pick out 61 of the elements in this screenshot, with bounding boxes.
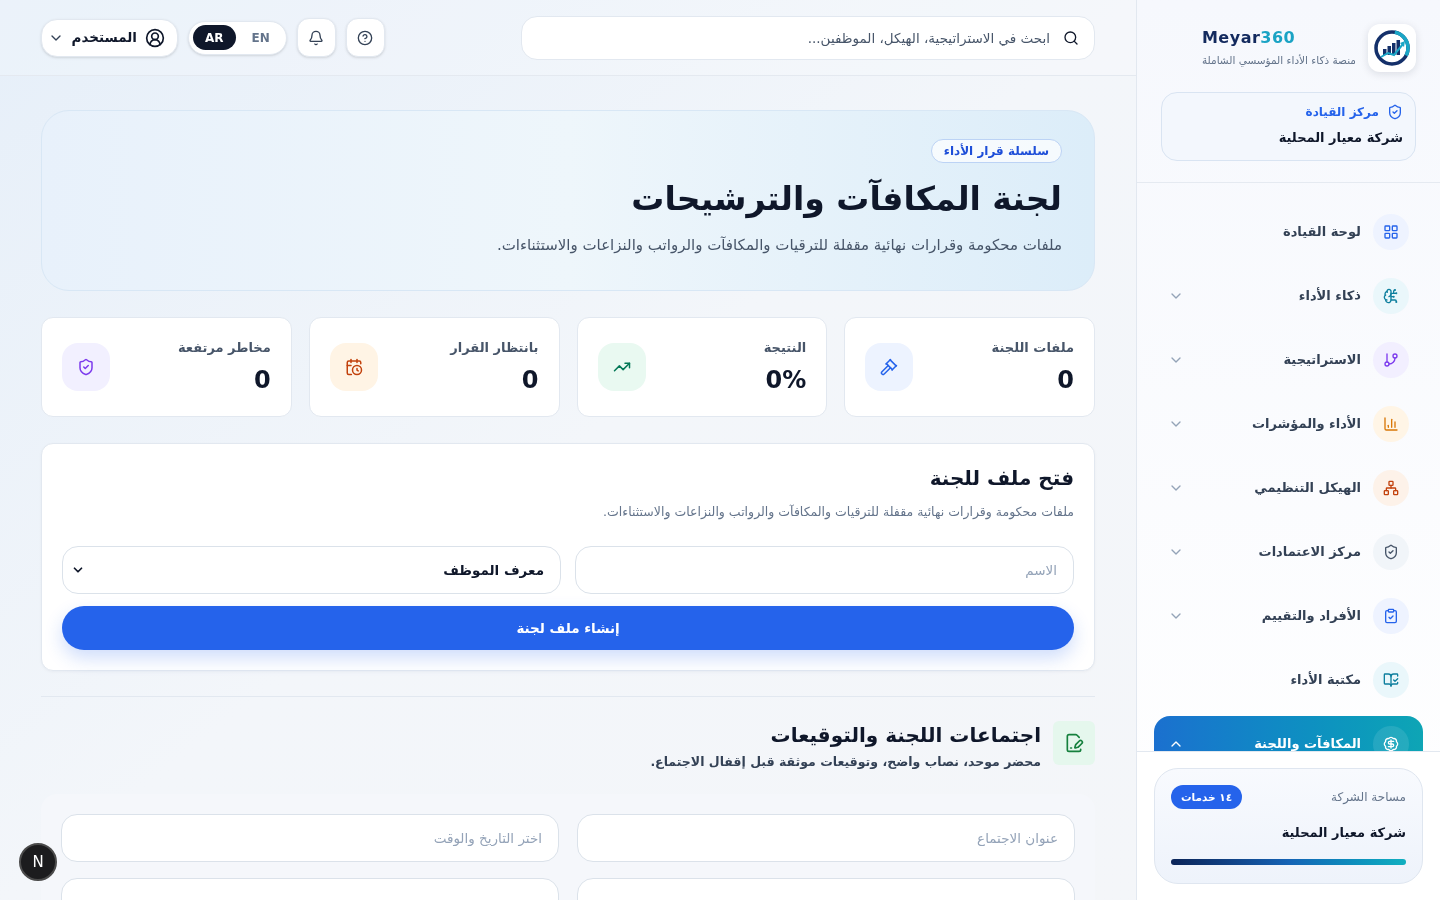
- section-description: ملفات محكومة وقرارات نهائية مقفلة للترقيات والمكافآت والرواتب والنزاعات والاستثناءات.: [602, 503, 1074, 522]
- sidebar-item[interactable]: الأفراد والتقييم: [1154, 588, 1423, 644]
- section-title: فتح ملف للجنة: [928, 465, 1074, 492]
- stat-label: النتيجة: [763, 339, 807, 357]
- sidebar-item[interactable]: مكتبة الأداء: [1154, 652, 1423, 708]
- user-icon: [145, 27, 165, 48]
- hierarchy-icon: [1373, 470, 1409, 506]
- brand-name: Meyar360: [1201, 28, 1296, 48]
- sidebar-item[interactable]: الاستراتيجية: [1154, 332, 1423, 388]
- branch-icon: [1373, 342, 1409, 378]
- page-title: لجنة المكافآت والترشيحات: [631, 177, 1062, 221]
- page-subtitle: ملفات محكومة وقرارات نهائية مقفلة للترقيات والمكافآت والرواتب والنزاعات والاستثناءات.: [496, 235, 1062, 255]
- context-label: مركز القيادة: [1305, 104, 1379, 120]
- book-check-icon: [1373, 662, 1409, 698]
- stat-label: ملفات اللجنة: [991, 339, 1074, 357]
- services-badge: ١٤ خدمات: [1171, 785, 1243, 809]
- section-description: محضر موحد، نصاب واضح، وتوقيعات موثقة قبل إقفال الاجتماع.: [650, 753, 1041, 771]
- help-button[interactable]: [345, 18, 385, 57]
- chart-logo-icon: [1368, 24, 1416, 72]
- series-tag: سلسلة قرار الأداء: [930, 139, 1062, 163]
- workspace-label: مساحة الشركة: [1331, 789, 1406, 805]
- notifications-button[interactable]: [296, 18, 336, 57]
- user-menu-button[interactable]: المستخدم: [41, 18, 178, 57]
- stat-label: بانتظار القرار: [450, 339, 539, 357]
- employee-select[interactable]: معرف الموظف: [62, 546, 561, 594]
- brand-tagline: منصة ذكاء الأداء المؤسسي الشاملة: [1201, 53, 1356, 68]
- text-field[interactable]: عنوان الاجتماع: [577, 814, 1075, 862]
- company-name: شركة معيار المحلية: [1277, 129, 1403, 147]
- sidebar-item[interactable]: الأداء والمؤشرات: [1154, 396, 1423, 452]
- search-icon: [1063, 29, 1079, 46]
- workspace-company: شركة معيار المحلية: [1280, 824, 1406, 842]
- shield-check-icon: [1373, 534, 1409, 570]
- shield-check-icon: [62, 343, 110, 391]
- create-file-button[interactable]: إنشاء ملف لجنة: [62, 606, 1074, 650]
- bell-icon: [308, 29, 325, 46]
- section-title: اجتماعات اللجنة والتوقيعات: [770, 722, 1041, 749]
- stat-label: مخاطر مرتفعة: [178, 339, 271, 357]
- file-pen-icon: [1053, 721, 1095, 765]
- sidebar-item[interactable]: لوحة القيادة: [1154, 204, 1423, 260]
- language-option[interactable]: AR: [193, 25, 236, 50]
- search-field[interactable]: ابحث في الاستراتيجية، الهيكل، الموظفين...: [521, 15, 1095, 60]
- sidebar-item[interactable]: الهيكل التنظيمي: [1154, 460, 1423, 516]
- stat-value: 0: [521, 365, 539, 396]
- text-field[interactable]: اختر التاريخ والوقت: [61, 814, 559, 862]
- gavel-icon: [865, 343, 914, 391]
- sidebar-item[interactable]: ذكاء الأداء: [1154, 268, 1423, 324]
- calendar-clock-icon: [329, 343, 378, 391]
- stat-value: 0: [254, 365, 271, 396]
- trend-up-icon: [597, 343, 646, 391]
- brain-icon: [1373, 278, 1409, 314]
- name-input[interactable]: الاسم: [575, 546, 1074, 594]
- shield-check-icon: [1387, 104, 1403, 120]
- sidebar-item[interactable]: مركز الاعتمادات: [1154, 524, 1423, 580]
- stat-value: 0: [1057, 365, 1074, 396]
- grid-icon: [1373, 214, 1409, 250]
- clipboard-check-icon: [1373, 598, 1409, 634]
- help-icon: [357, 29, 374, 46]
- language-option[interactable]: EN: [239, 25, 282, 50]
- bar-chart-icon: [1373, 406, 1409, 442]
- stat-value: 0%: [765, 365, 807, 396]
- sidebar-item[interactable]: المكافآت واللجنة: [1154, 716, 1423, 751]
